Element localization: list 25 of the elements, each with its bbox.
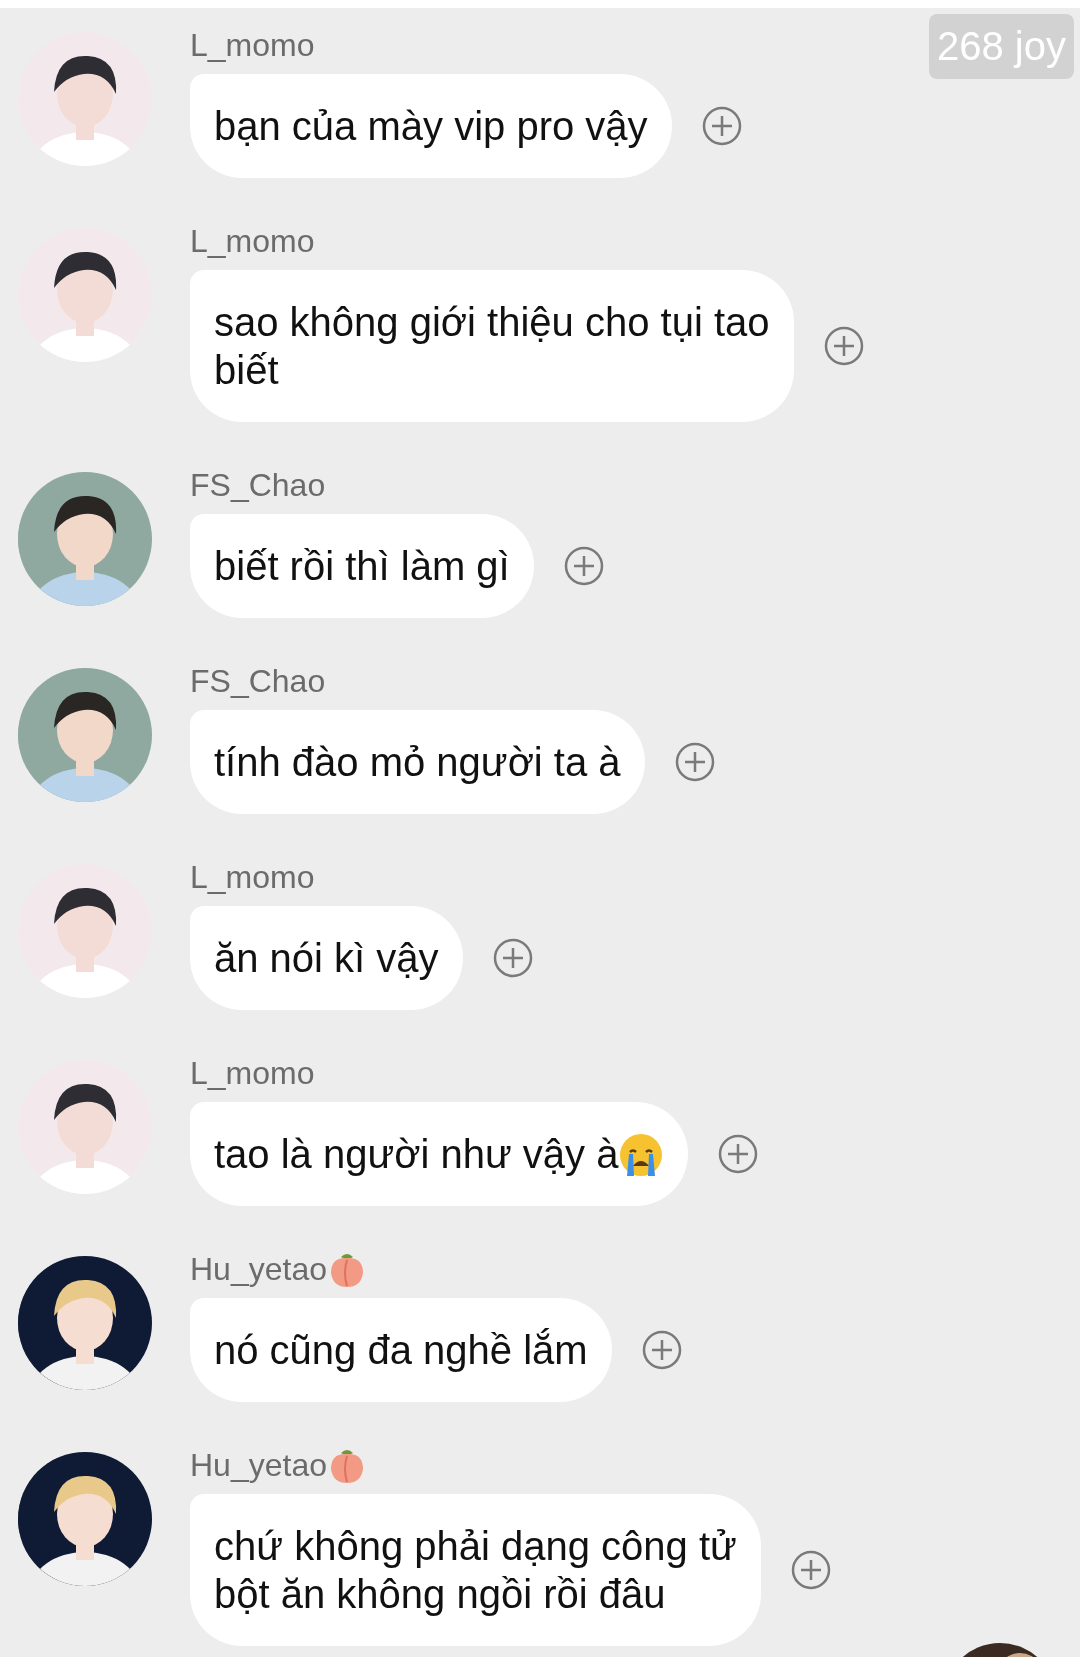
add-icon[interactable] [674,742,715,782]
sender-name: FS_Chao [190,466,326,504]
sender-name: Hu_yetao [190,1250,327,1288]
sender-name: FS_Chao [190,662,326,700]
sender-name: Hu_yetao [190,1446,327,1484]
add-icon[interactable] [641,1330,682,1370]
message-bubble: sao không giới thiệu cho tụi tao biết [190,270,794,422]
crying-emoji-icon [618,1132,665,1178]
message-bubble: tao là người như vậy à [190,1102,689,1206]
message-bubble: ăn nói kì vậy [190,906,463,1010]
sender-name: L_momo [190,26,315,64]
message-bubble: biết rồi thì làm gì [190,514,534,618]
sender-name: L_momo [190,222,315,260]
add-icon[interactable] [701,106,742,146]
message-bubble: nó cũng đa nghề lắm [190,1298,612,1402]
message-bubble: chứ không phải dạng công tử bột ăn không ngồi rồi đâu [190,1494,761,1646]
add-icon[interactable] [718,1134,759,1174]
message-bubble: bạn của mày vip pro vậy [190,74,672,178]
add-icon[interactable] [563,546,604,586]
add-icon[interactable] [492,938,533,978]
message-bubble: tính đào mỏ người ta à [190,710,645,814]
sender-name: L_momo [190,1054,315,1092]
add-icon[interactable] [790,1550,831,1590]
sender-name: L_momo [190,858,315,896]
add-icon[interactable] [823,326,864,366]
